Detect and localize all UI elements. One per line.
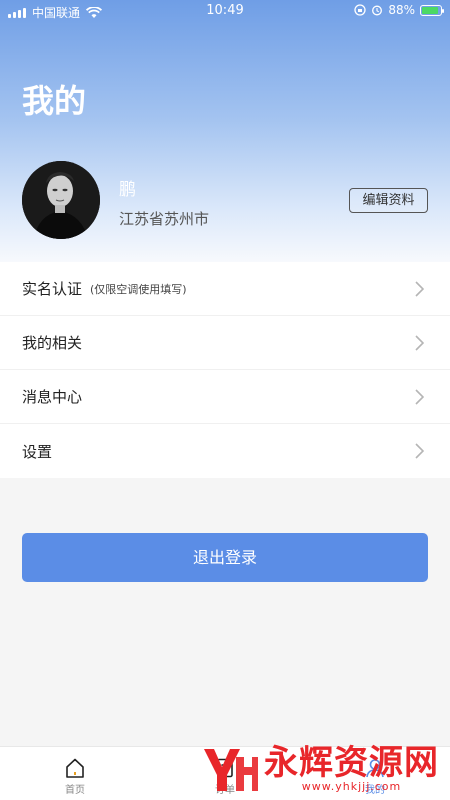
user-name: 鹏	[119, 180, 136, 200]
menu-list: 实名认证 (仅限空调使用填写) 我的相关 消息中心 设置	[0, 262, 450, 478]
tab-label: 我的	[365, 785, 385, 796]
chevron-right-icon	[415, 281, 424, 297]
menu-item-label: 实名认证	[22, 280, 83, 298]
menu-item-label: 消息中心	[22, 388, 83, 406]
tab-label: 首页	[65, 785, 85, 796]
menu-item-message-center[interactable]: 消息中心	[0, 370, 450, 424]
edit-profile-button[interactable]: 编辑资料	[349, 188, 428, 213]
battery-icon	[420, 4, 444, 16]
avatar[interactable]	[22, 161, 100, 239]
chevron-right-icon	[415, 335, 424, 351]
menu-item-label: 我的相关	[22, 334, 83, 352]
battery-percent: 88%	[388, 3, 415, 17]
chevron-right-icon	[415, 443, 424, 459]
avatar-portrait-image	[22, 161, 100, 239]
menu-item-my-related[interactable]: 我的相关	[0, 316, 450, 370]
menu-item-settings[interactable]: 设置	[0, 424, 450, 478]
tab-mine[interactable]: 我的	[325, 747, 425, 800]
alarm-icon	[372, 5, 383, 16]
tab-home[interactable]: 首页	[25, 747, 125, 800]
order-icon	[217, 758, 233, 778]
menu-item-note: (仅限空调使用填写)	[90, 282, 187, 296]
page-title: 我的	[22, 82, 87, 120]
tab-label: 订单	[215, 785, 235, 796]
menu-item-real-name-auth[interactable]: 实名认证 (仅限空调使用填写)	[0, 262, 450, 316]
home-icon	[66, 758, 84, 778]
tab-bar: 首页 订单 我的	[0, 746, 450, 800]
rotation-lock-icon	[354, 4, 366, 16]
tab-orders[interactable]: 订单	[175, 747, 275, 800]
menu-item-label: 设置	[22, 442, 53, 461]
chevron-right-icon	[415, 389, 424, 405]
user-icon	[366, 759, 384, 778]
logout-button[interactable]: 退出登录	[22, 533, 428, 582]
status-bar: 中国联通 10:49 88%	[0, 0, 450, 24]
user-location: 江苏省苏州市	[119, 210, 210, 228]
status-right: 88%	[354, 3, 444, 17]
